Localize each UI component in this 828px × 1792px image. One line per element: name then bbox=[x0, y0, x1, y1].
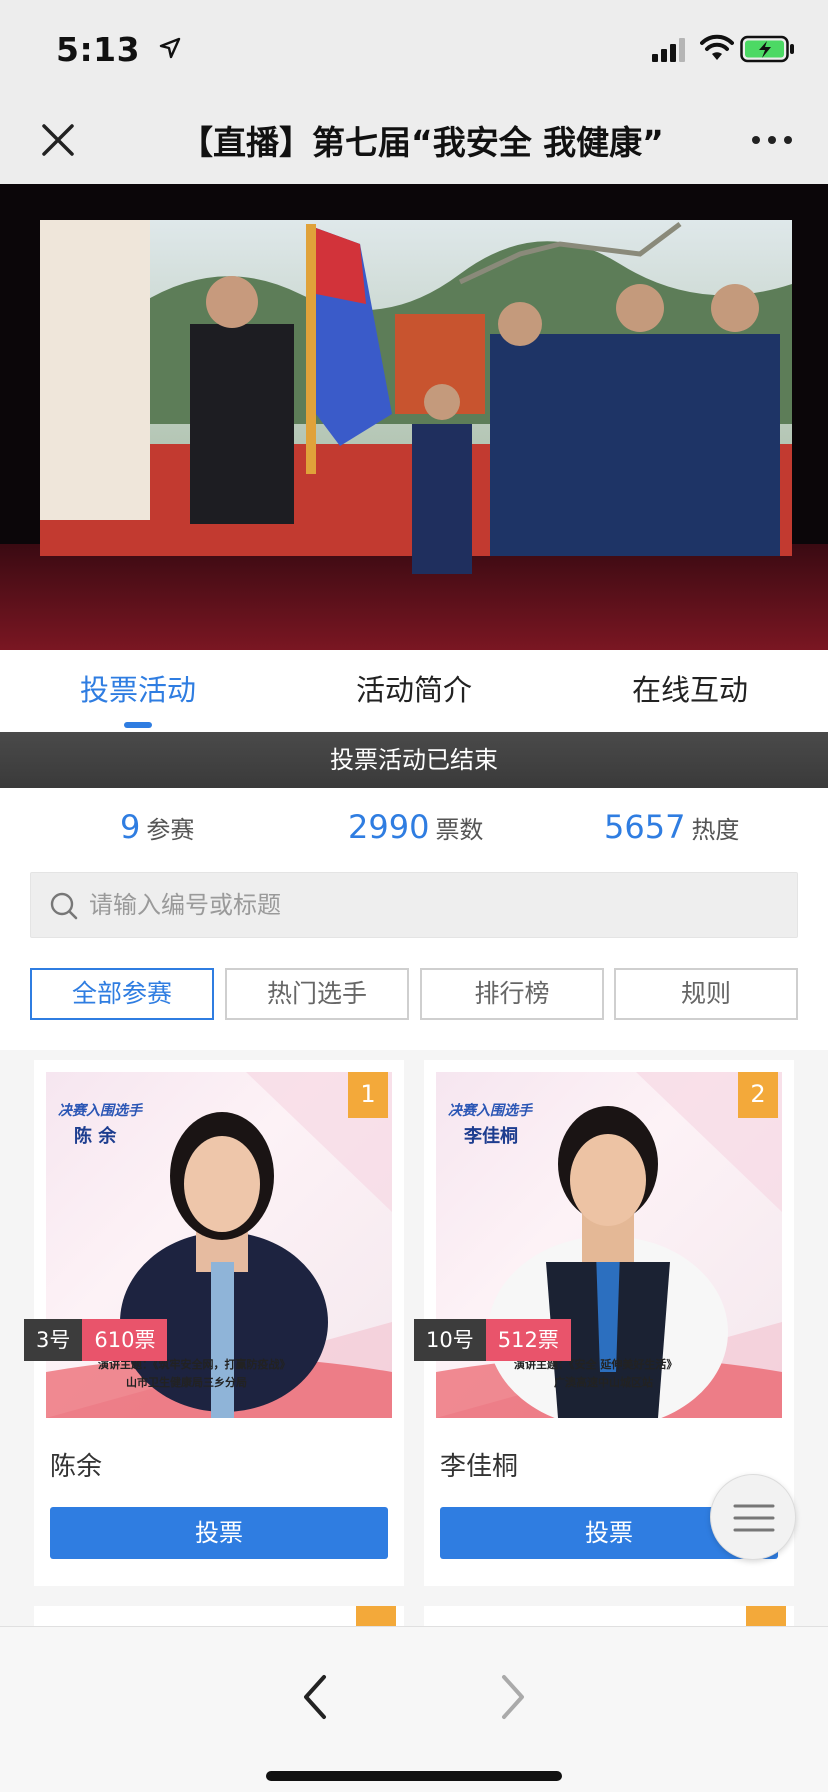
page-title: 【直播】第七届“我安全 我健康” bbox=[180, 123, 664, 162]
stat-votes: 2990 票数 bbox=[348, 808, 483, 868]
chevron-right-icon[interactable] bbox=[490, 1667, 538, 1727]
location-arrow-icon bbox=[159, 37, 181, 59]
more-icon[interactable] bbox=[748, 116, 796, 164]
filter-popular[interactable]: 热门选手 bbox=[225, 968, 409, 1020]
candidate-name: 陈余 bbox=[50, 1452, 103, 1482]
candidate-number-tag: 10号 512票 bbox=[414, 1319, 571, 1361]
status-bar: 5:13 bbox=[0, 0, 828, 96]
rank-badge: 2 bbox=[738, 1072, 778, 1118]
poster-badge: 决赛入围选手 bbox=[448, 1103, 532, 1119]
tab-intro[interactable]: 活动简介 bbox=[276, 650, 552, 732]
tab-interaction[interactable]: 在线互动 bbox=[552, 650, 828, 732]
candidate-photo: 决赛入围选手 陈 余 演讲主题：《筑牢安全网，打赢防疫战》 山市卫生健康局三乡分… bbox=[46, 1072, 392, 1418]
stat-label: 参赛 bbox=[146, 816, 195, 844]
stat-value: 5657 bbox=[604, 808, 686, 846]
stat-value: 2990 bbox=[348, 808, 430, 846]
poster-name: 李佳桐 bbox=[464, 1126, 518, 1147]
stat-participants: 9 参赛 bbox=[120, 808, 194, 868]
menu-icon bbox=[733, 1504, 775, 1532]
stats-panel: 9参赛 2990票数 5657热度 全部参赛 热门选手 排行榜 规则 bbox=[0, 788, 828, 1050]
candidate-number-tag: 3号 610票 bbox=[24, 1319, 168, 1361]
stat-heat: 5657 热度 bbox=[604, 808, 739, 868]
candidate-photo: 决赛入围选手 李佳桐 演讲主题：《安全 延伸美好生活》 广澳高速中山城区站 2 bbox=[436, 1072, 782, 1418]
search-box[interactable] bbox=[30, 872, 798, 938]
search-icon bbox=[50, 892, 78, 920]
browser-toolbar bbox=[0, 1626, 828, 1792]
wifi-icon bbox=[700, 34, 734, 60]
candidate-number: 3号 bbox=[24, 1319, 83, 1361]
candidate-votes: 610票 bbox=[82, 1319, 168, 1361]
floating-menu-button[interactable] bbox=[710, 1474, 796, 1560]
poster-org: 广澳高速中山城区站 bbox=[554, 1376, 653, 1389]
filter-all[interactable]: 全部参赛 bbox=[30, 968, 214, 1020]
candidate-number: 10号 bbox=[414, 1319, 486, 1361]
chevron-left-icon[interactable] bbox=[290, 1667, 338, 1727]
filter-rules[interactable]: 规则 bbox=[614, 968, 798, 1020]
vote-button[interactable]: 投票 bbox=[50, 1507, 388, 1559]
tab-bar: 投票活动 活动简介 在线互动 bbox=[0, 650, 828, 732]
filter-ranking[interactable]: 排行榜 bbox=[420, 968, 604, 1020]
nav-bar: 【直播】第七届“我安全 我健康” bbox=[0, 96, 828, 184]
candidate-votes: 512票 bbox=[485, 1319, 571, 1361]
poster-org: 山市卫生健康局三乡分局 bbox=[126, 1376, 247, 1389]
voting-ended-banner: 投票活动已结束 bbox=[0, 732, 828, 788]
stat-label: 热度 bbox=[691, 816, 740, 844]
stat-value: 9 bbox=[120, 808, 141, 846]
stat-label: 票数 bbox=[435, 816, 484, 844]
tab-active-indicator bbox=[124, 722, 152, 728]
poster-badge: 决赛入围选手 bbox=[58, 1103, 142, 1119]
tab-voting[interactable]: 投票活动 bbox=[0, 650, 276, 732]
signal-icon bbox=[652, 38, 685, 62]
live-video[interactable] bbox=[0, 184, 828, 650]
video-frame bbox=[0, 184, 828, 650]
close-icon[interactable] bbox=[34, 116, 82, 164]
search-input[interactable] bbox=[89, 873, 779, 937]
home-indicator bbox=[266, 1771, 562, 1781]
poster-name: 陈 余 bbox=[74, 1126, 117, 1147]
battery-icon bbox=[740, 35, 794, 63]
rank-badge: 1 bbox=[348, 1072, 388, 1118]
status-time: 5:13 bbox=[56, 30, 141, 69]
candidate-name: 李佳桐 bbox=[440, 1452, 519, 1482]
